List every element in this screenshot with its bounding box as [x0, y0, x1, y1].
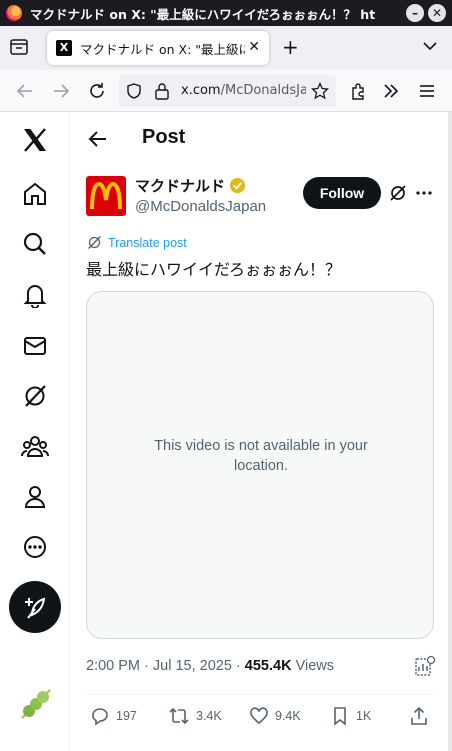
dango-avatar-icon: [21, 689, 51, 719]
reload-icon[interactable]: [86, 80, 108, 102]
url-text[interactable]: x.com/McDonaldsJapan: [181, 83, 306, 98]
page-scrollbar[interactable]: [448, 112, 452, 751]
profile-icon[interactable]: [20, 482, 50, 512]
x-logo-icon[interactable]: [20, 125, 50, 155]
translate-label: Translate post: [108, 235, 187, 250]
post-actions-bar: 197 3.4K 9.4K 1K: [86, 706, 434, 730]
post-text: 最上級にハワイイだろぉぉぉん！？: [86, 260, 342, 279]
url-path: /McDonaldsJapan: [220, 83, 306, 98]
bookmark-star-icon[interactable]: [311, 82, 329, 100]
reply-button[interactable]: 197: [90, 706, 137, 726]
new-tab-button[interactable]: +: [282, 35, 299, 59]
tab-title: マクドナルド on X: "最上級にハワイイだろぉぉぉん！？: [80, 41, 245, 57]
compose-post-button[interactable]: [9, 581, 61, 633]
more-tools-chevron-icon[interactable]: [380, 80, 402, 102]
minimize-window-icon[interactable]: –: [406, 4, 424, 22]
translate-post-link[interactable]: Translate post: [87, 235, 187, 250]
address-bar[interactable]: x.com/McDonaldsJapan: [119, 75, 336, 107]
views-count: 455.4K: [244, 658, 292, 674]
video-unavailable-message: This video is not available in your loca…: [154, 438, 368, 474]
home-icon[interactable]: [20, 179, 50, 209]
grok-explain-icon[interactable]: [389, 184, 407, 202]
close-window-icon[interactable]: ✕: [428, 4, 446, 22]
account-avatar[interactable]: [18, 686, 54, 722]
navigation-toolbar: x.com/McDonaldsJapan: [0, 70, 452, 112]
grok-icon[interactable]: [20, 381, 50, 411]
author-handle[interactable]: @McDonaldsJapan: [135, 198, 266, 215]
heart-icon: [250, 707, 268, 725]
left-sidebar: [0, 112, 70, 751]
bookmark-button[interactable]: 1K: [330, 706, 371, 726]
views-label: Views: [291, 658, 334, 674]
video-unavailable-box: This video is not available in your loca…: [86, 291, 434, 639]
more-circle-icon[interactable]: [20, 532, 50, 562]
repost-icon: [169, 707, 189, 725]
repost-button[interactable]: 3.4K: [168, 706, 222, 726]
view-analytics-icon[interactable]: [414, 655, 436, 677]
feather-plus-icon: [25, 597, 46, 619]
messages-envelope-icon[interactable]: [20, 331, 50, 361]
divider: [86, 694, 434, 695]
hamburger-menu-icon[interactable]: [416, 80, 438, 102]
tab-close-icon[interactable]: ✕: [248, 39, 260, 55]
web-page: Post マクドナルド @McDonaldsJapan Follow Trans…: [0, 112, 448, 751]
firefox-view-icon[interactable]: [10, 39, 28, 55]
author-avatar[interactable]: [86, 176, 126, 216]
window-titlebar: マクドナルド on X: "最上級にハワイイだろぉぉぉん！？ https: – …: [0, 0, 452, 26]
page-title: Post: [142, 126, 186, 148]
like-button[interactable]: 9.4K: [249, 706, 301, 726]
reply-bubble-icon: [92, 708, 108, 726]
mcdonalds-logo-icon: [90, 182, 122, 210]
post-detail: Post マクドナルド @McDonaldsJapan Follow Trans…: [71, 112, 448, 751]
share-button[interactable]: [409, 706, 435, 726]
forward-arrow-icon[interactable]: [50, 80, 72, 102]
x-favicon-icon: X: [56, 40, 72, 56]
search-icon[interactable]: [20, 229, 50, 259]
extensions-puzzle-icon[interactable]: [348, 80, 370, 102]
reply-count: 197: [116, 709, 137, 723]
repost-count: 3.4K: [196, 709, 222, 723]
post-metadata: 2:00 PM · Jul 15, 2025 · 455.4K Views: [86, 658, 334, 674]
like-count: 9.4K: [275, 709, 301, 723]
share-icon: [411, 706, 427, 725]
bookmark-count: 1K: [356, 709, 372, 723]
post-timestamp[interactable]: 2:00 PM · Jul 15, 2025 ·: [86, 658, 245, 674]
notifications-bell-icon[interactable]: [20, 280, 50, 310]
bookmark-icon: [334, 707, 346, 726]
list-all-tabs-chevron-icon[interactable]: [422, 38, 438, 54]
window-title: マクドナルド on X: "最上級にハワイイだろぉぉぉん！？ https:: [30, 6, 375, 22]
tab-strip: X マクドナルド on X: "最上級にハワイイだろぉぉぉん！？ ✕ +: [0, 26, 452, 70]
verified-badge-icon[interactable]: [229, 177, 246, 194]
active-tab[interactable]: X マクドナルド on X: "最上級にハワイイだろぉぉぉん！？ ✕: [47, 31, 269, 65]
back-arrow-icon[interactable]: [87, 128, 109, 150]
follow-button[interactable]: Follow: [303, 177, 381, 209]
communities-icon[interactable]: [20, 431, 50, 461]
more-options-icon[interactable]: [415, 184, 433, 202]
lock-icon[interactable]: [154, 82, 170, 100]
tracking-shield-icon[interactable]: [125, 82, 143, 100]
firefox-logo-icon: [6, 5, 22, 21]
author-name[interactable]: マクドナルド: [135, 175, 246, 196]
author-display-name[interactable]: マクドナルド: [135, 175, 225, 196]
url-host: x.com: [181, 83, 221, 98]
back-arrow-icon[interactable]: [14, 80, 36, 102]
grok-translate-icon: [88, 236, 101, 249]
